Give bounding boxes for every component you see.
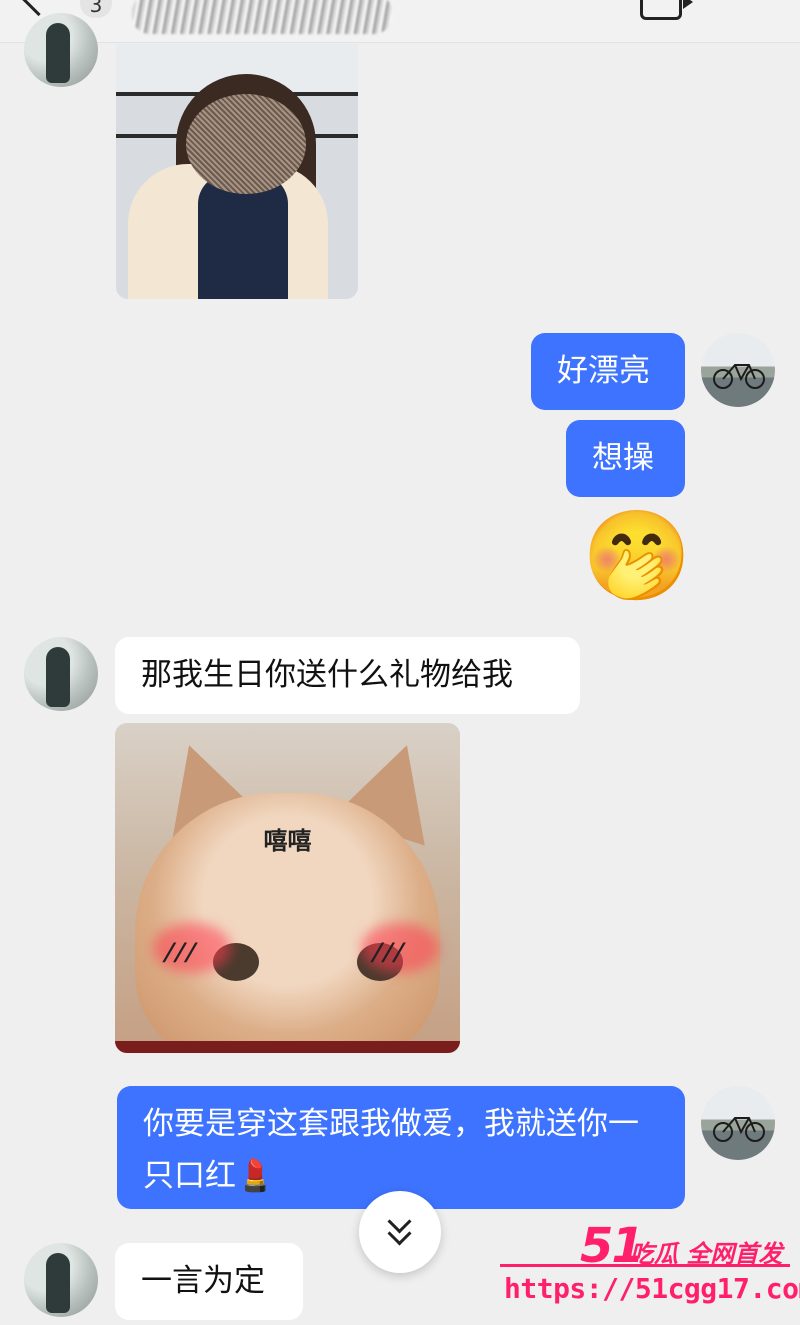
more-options-icon[interactable]: ··· <box>728 0 765 16</box>
message-bubble-incoming[interactable]: 那我生日你送什么礼物给我 <box>115 637 580 714</box>
watermark-url: https://51cgg17.com <box>504 1272 800 1305</box>
contact-avatar[interactable] <box>24 13 98 87</box>
sticker-caption: 嘻嘻 <box>263 827 312 855</box>
video-call-icon[interactable] <box>640 0 693 20</box>
contact-avatar[interactable] <box>24 637 98 711</box>
contact-name-redacted <box>132 0 392 34</box>
emoji-message[interactable]: 🤭 <box>582 510 692 602</box>
message-bubble-incoming[interactable]: 一言为定 <box>115 1243 303 1320</box>
unread-count-badge: 3 <box>80 0 112 18</box>
chat-header: 3 ··· <box>0 0 800 43</box>
redaction-scribble <box>186 94 306 194</box>
scroll-to-bottom-button[interactable] <box>359 1191 441 1273</box>
bicycle-icon <box>713 364 765 389</box>
my-avatar[interactable] <box>701 1086 775 1160</box>
message-bubble-outgoing[interactable]: 想操 <box>566 420 685 497</box>
my-avatar[interactable] <box>701 333 775 407</box>
message-bubble-outgoing[interactable]: 好漂亮 <box>531 333 685 410</box>
watermark-divider <box>500 1264 790 1267</box>
cat-sticker-message[interactable]: /// /// 嘻嘻 <box>115 723 460 1053</box>
photo-message[interactable] <box>116 44 358 299</box>
bicycle-icon <box>713 1117 765 1142</box>
contact-avatar[interactable] <box>24 1243 98 1317</box>
